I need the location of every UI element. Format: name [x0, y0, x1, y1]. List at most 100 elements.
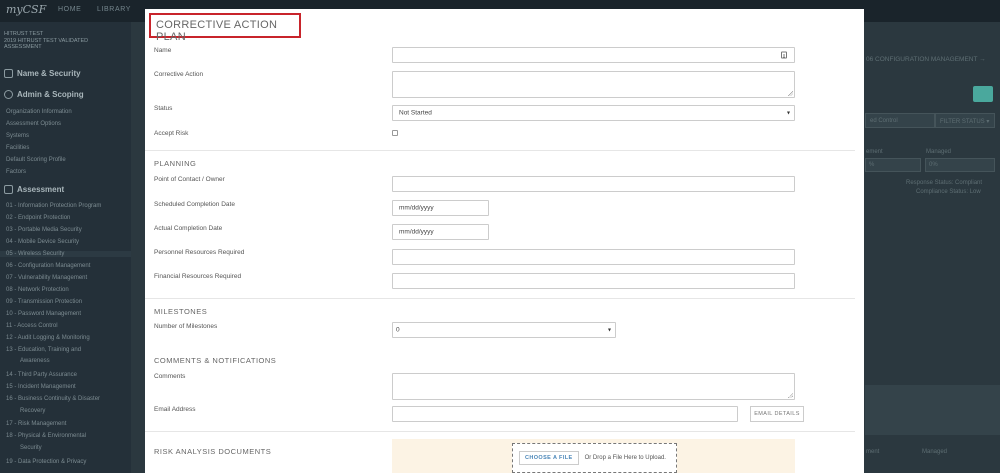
date-placeholder: mm/dd/yyyy: [399, 204, 434, 212]
sidebar-item-default-scoring-profile[interactable]: Default Scoring Profile: [6, 157, 66, 163]
corrective-action-label: Corrective Action: [154, 71, 204, 78]
number-of-milestones-label: Number of Milestones: [154, 323, 218, 330]
milestones-heading: MILESTONES: [154, 307, 208, 316]
sidebar-domain-item[interactable]: 04 - Mobile Device Security: [6, 239, 79, 245]
column-header-managed: Managed: [922, 449, 948, 455]
sidebar-domain-item[interactable]: 08 - Network Protection: [6, 287, 69, 293]
filter-status-button[interactable]: FILTER STATUS ▾: [935, 113, 995, 128]
sidebar-domain-item[interactable]: 10 - Password Management: [6, 311, 81, 317]
column-header: ement: [866, 149, 883, 155]
sidebar-item-facilities[interactable]: Facilities: [6, 145, 29, 151]
scheduled-completion-label: Scheduled Completion Date: [154, 201, 235, 208]
accept-risk-label: Accept Risk: [154, 130, 189, 137]
sidebar-domain-item-continued[interactable]: Recovery: [20, 408, 45, 414]
date-placeholder: mm/dd/yyyy: [399, 228, 434, 236]
sidebar-domain-item[interactable]: 16 - Business Continuity & Disaster: [6, 396, 100, 402]
contact-card-icon[interactable]: [781, 51, 787, 59]
sidebar-item-factors[interactable]: Factors: [6, 169, 26, 175]
sidebar-domain-item[interactable]: 02 - Endpoint Protection: [6, 215, 70, 221]
sidebar-item-organization-information[interactable]: Organization Information: [6, 109, 72, 115]
planning-heading: PLANNING: [154, 159, 197, 168]
comments-textarea[interactable]: [392, 373, 795, 400]
status-label: Status: [154, 105, 173, 112]
caret-down-icon: ▾: [607, 327, 611, 334]
comments-label: Comments: [154, 373, 186, 380]
divider: [145, 150, 855, 151]
status-select[interactable]: Not Started ▾: [392, 105, 795, 121]
sidebar-section-name-security[interactable]: Name & Security: [4, 69, 81, 78]
nav-library[interactable]: LIBRARY: [97, 6, 131, 13]
sidebar-domain-item[interactable]: 11 - Access Control: [6, 323, 58, 329]
clipboard-icon: [4, 185, 13, 194]
caret-down-icon: ▾: [786, 110, 790, 117]
background-panel: [865, 385, 1000, 435]
sidebar-domain-item[interactable]: 19 - Data Protection & Privacy: [6, 459, 86, 465]
file-dropzone[interactable]: CHOOSE A FILE Or Drop a File Here to Upl…: [512, 443, 677, 473]
modal-title-box: CORRECTIVE ACTION PLAN: [149, 13, 301, 43]
resize-handle[interactable]: [788, 91, 793, 96]
corrective-action-plan-modal: CORRECTIVE ACTION PLAN Name Corrective A…: [145, 9, 864, 473]
sidebar-domain-item[interactable]: 15 - Incident Management: [6, 384, 76, 390]
email-address-input[interactable]: [392, 406, 738, 422]
app-logo[interactable]: myCSF: [6, 3, 46, 16]
column-header-managed: Managed: [926, 149, 952, 155]
financial-resources-label: Financial Resources Required: [154, 273, 242, 280]
gear-icon: [4, 90, 13, 99]
sidebar-domain-item[interactable]: 06 - Configuration Management: [6, 263, 90, 269]
sidebar-domain-item[interactable]: 03 - Portable Media Security: [6, 227, 82, 233]
milestones-selected-value: 0: [396, 326, 400, 334]
sidebar-domain-item[interactable]: 07 - Vulnerability Management: [6, 275, 87, 281]
sidebar-domain-item[interactable]: 01 - Information Protection Program: [6, 203, 101, 209]
risk-analysis-documents-heading: RISK ANALYSIS DOCUMENTS: [154, 447, 272, 456]
managed-select[interactable]: 0%: [925, 158, 995, 172]
point-of-contact-input[interactable]: [392, 176, 795, 192]
name-input[interactable]: [392, 47, 795, 63]
accept-risk-checkbox[interactable]: [392, 130, 398, 136]
comments-notifications-heading: COMMENTS & NOTIFICATIONS: [154, 356, 277, 365]
financial-resources-input[interactable]: [392, 273, 795, 289]
status-selected-value: Not Started: [399, 109, 432, 117]
response-status: Response Status: Compliant: [906, 180, 983, 186]
divider: [145, 431, 855, 432]
sidebar-domain-item[interactable]: 17 - Risk Management: [6, 421, 66, 427]
sidebar-section-admin-scoping[interactable]: Admin & Scoping: [4, 90, 84, 99]
actual-completion-date-input[interactable]: mm/dd/yyyy: [392, 224, 489, 240]
drop-file-hint: Or Drop a File Here to Upload.: [584, 455, 666, 461]
sidebar-domain-item-continued[interactable]: Security: [20, 445, 42, 451]
sidebar-domain-item-continued[interactable]: Awareness: [20, 358, 50, 364]
email-details-button[interactable]: EMAIL DETAILS: [750, 406, 804, 422]
nav-home[interactable]: HOME: [58, 6, 81, 13]
column-header: ment: [866, 449, 880, 455]
modal-title: CORRECTIVE ACTION PLAN: [156, 19, 278, 43]
sidebar-item-assessment-options[interactable]: Assessment Options: [6, 121, 61, 127]
add-button[interactable]: [973, 86, 993, 102]
sidebar-domain-item[interactable]: 05 - Wireless Security: [0, 251, 131, 257]
sidebar-domain-item[interactable]: 13 - Education, Training and: [6, 347, 81, 353]
choose-file-button[interactable]: CHOOSE A FILE: [519, 451, 579, 465]
personnel-resources-input[interactable]: [392, 249, 795, 265]
compliance-status: Compliance Status: Low: [916, 189, 981, 195]
control-filter-select[interactable]: ed Control: [865, 113, 935, 128]
resize-handle[interactable]: [788, 393, 793, 398]
sidebar-domain-item[interactable]: 12 - Audit Logging & Monitoring: [6, 335, 90, 341]
sidebar-section-assessment[interactable]: Assessment: [4, 185, 64, 194]
sidebar-domain-item[interactable]: 09 - Transmission Protection: [6, 299, 82, 305]
sidebar-item-systems[interactable]: Systems: [6, 133, 29, 139]
divider: [145, 298, 855, 299]
sidebar-domain-item[interactable]: 18 - Physical & Environmental: [6, 433, 86, 439]
point-of-contact-label: Point of Contact / Owner: [154, 176, 225, 183]
lock-icon: [4, 69, 13, 78]
actual-completion-label: Actual Completion Date: [154, 225, 223, 232]
maturity-select[interactable]: %: [865, 158, 921, 172]
sidebar-domain-item[interactable]: 14 - Third Party Assurance: [6, 372, 77, 378]
scheduled-completion-date-input[interactable]: mm/dd/yyyy: [392, 200, 489, 216]
number-of-milestones-select[interactable]: 0 ▾: [392, 322, 616, 338]
personnel-resources-label: Personnel Resources Required: [154, 249, 245, 256]
sidebar-assessment-name: HITRUST TEST 2019 HITRUST TEST VALIDATED…: [4, 31, 89, 50]
name-label: Name: [154, 47, 172, 54]
corrective-action-textarea[interactable]: [392, 71, 795, 98]
sidebar: HITRUST TEST 2019 HITRUST TEST VALIDATED…: [0, 22, 131, 473]
email-address-label: Email Address: [154, 406, 196, 413]
next-domain-link[interactable]: 06 CONFIGURATION MANAGEMENT →: [866, 56, 986, 63]
file-upload-area: CHOOSE A FILE Or Drop a File Here to Upl…: [392, 439, 795, 473]
